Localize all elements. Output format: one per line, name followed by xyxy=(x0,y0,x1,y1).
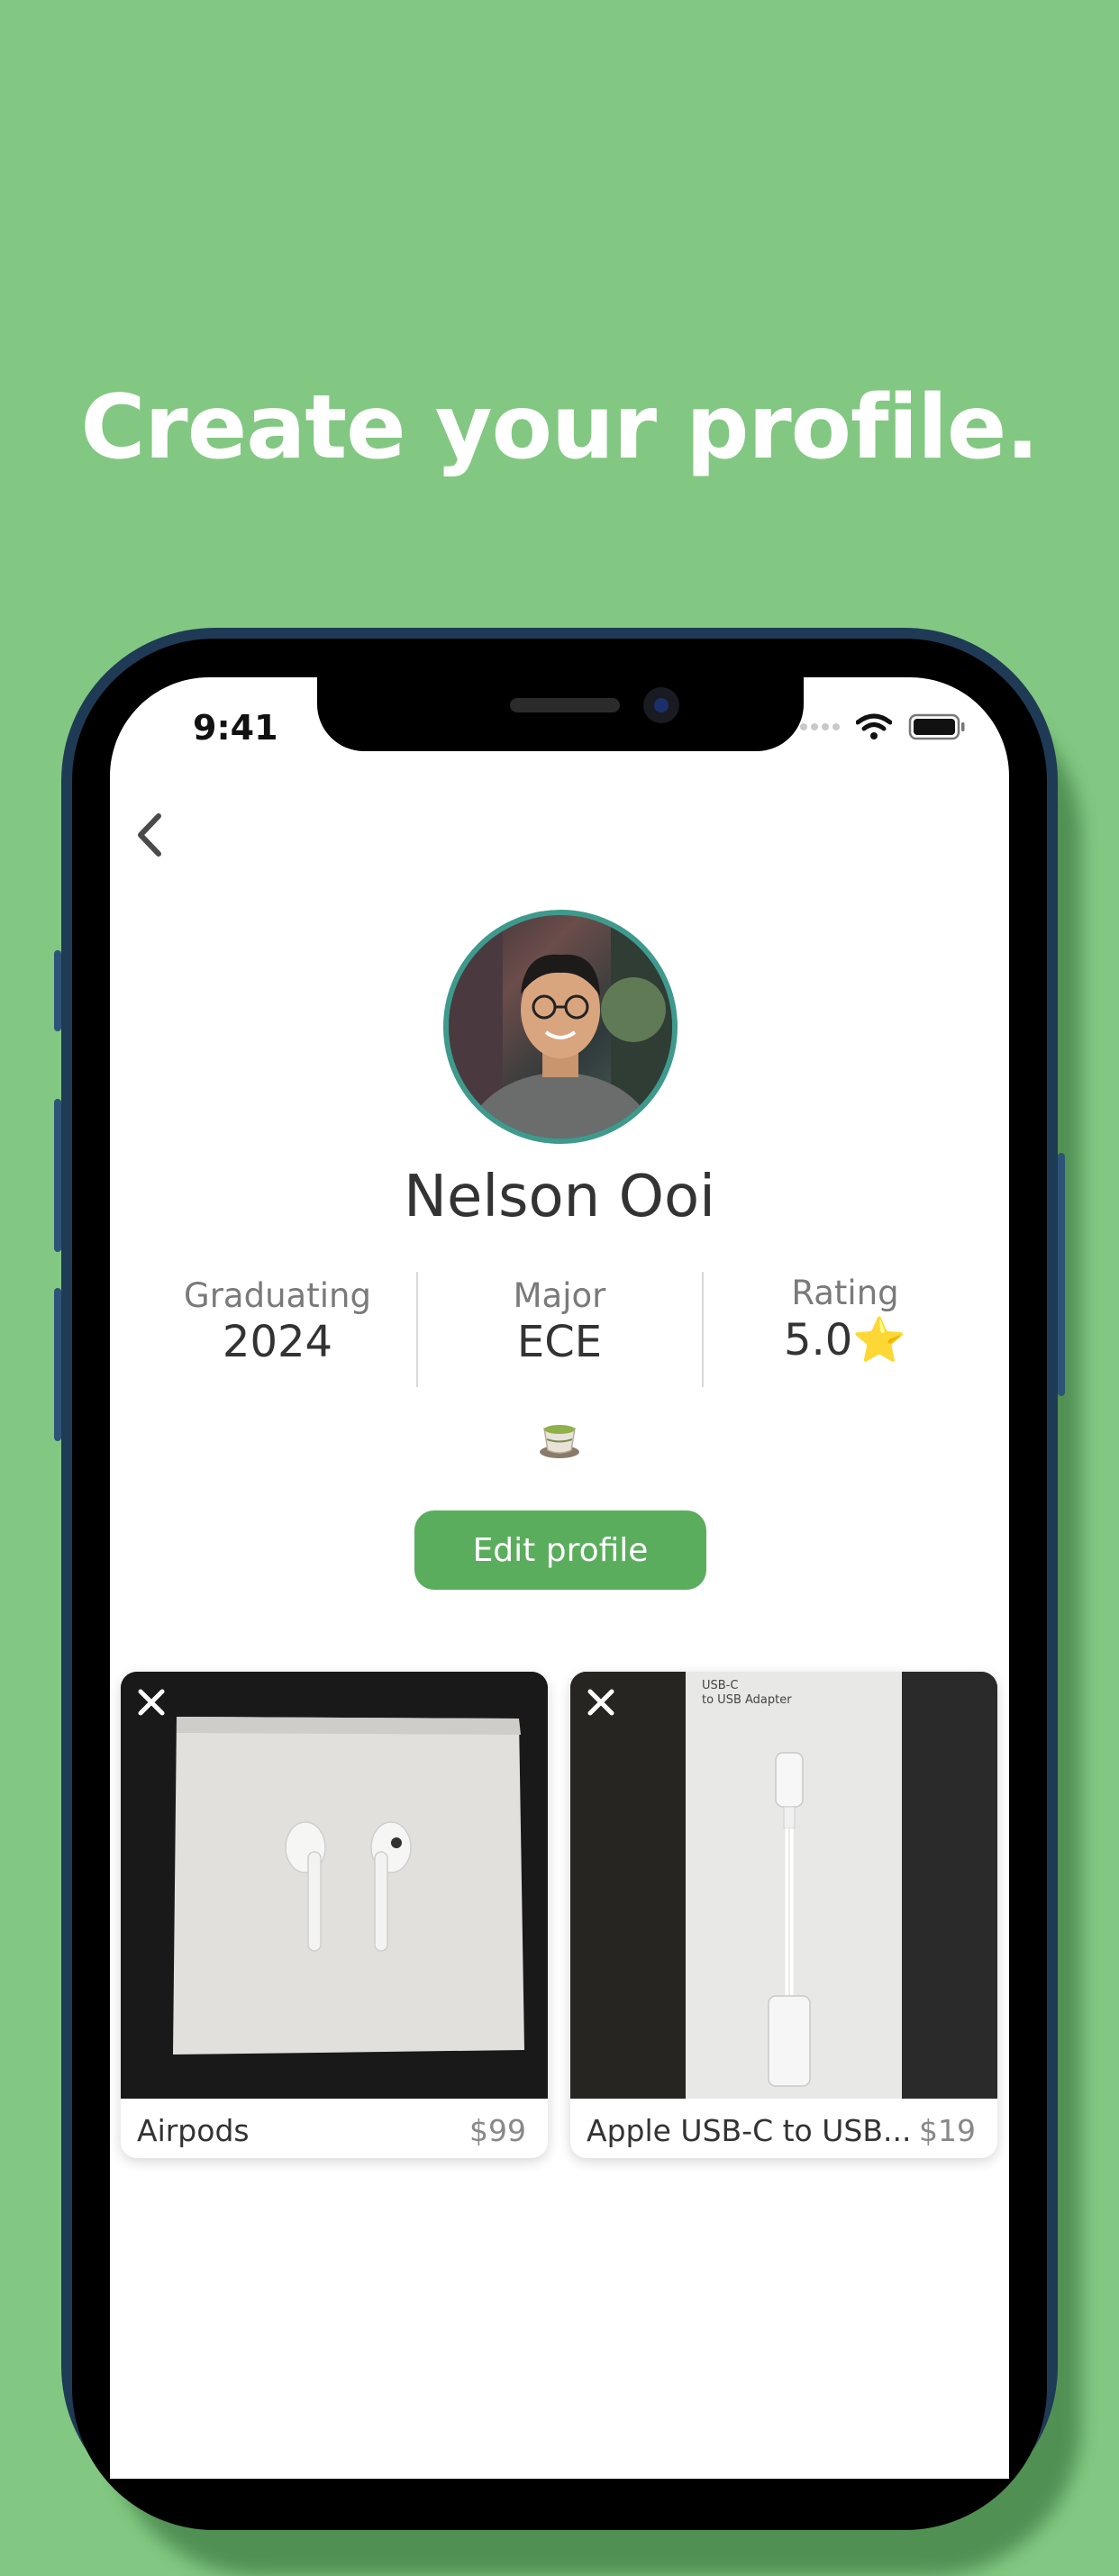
stat-value: 2024 xyxy=(222,1317,333,1367)
status-time: 9:41 xyxy=(193,708,278,748)
stat-divider xyxy=(416,1272,418,1387)
stat-value: 5.0⭐ xyxy=(783,1315,907,1365)
avatar-photo xyxy=(449,915,672,1138)
back-button[interactable] xyxy=(124,803,178,866)
profile-name: Nelson Ooi xyxy=(404,1164,715,1230)
close-icon[interactable] xyxy=(583,1684,619,1720)
wifi-icon xyxy=(856,713,892,739)
tea-cup-icon xyxy=(540,1425,579,1458)
listing-title: Apple USB-C to USB... xyxy=(587,2113,912,2148)
power-button xyxy=(1058,1153,1065,1396)
notch xyxy=(317,677,804,751)
box-label: USB-C to USB Adapter xyxy=(702,1679,792,1707)
listing-image: USB-C to USB Adapter xyxy=(570,1672,997,2099)
stat-label: Graduating xyxy=(184,1276,371,1315)
stat-value: ECE xyxy=(516,1317,603,1367)
airpods-photo xyxy=(121,1672,548,2099)
battery-icon xyxy=(908,713,965,740)
front-camera xyxy=(643,687,679,723)
volume-down-button xyxy=(54,1288,61,1441)
signal-dots-icon xyxy=(800,723,840,730)
stat-rating: Rating 5.0⭐ xyxy=(705,1274,985,1365)
listing-title: Airpods xyxy=(137,2113,250,2148)
back-chevron-icon xyxy=(138,813,161,857)
volume-up-button xyxy=(54,1099,61,1252)
listing-price: $99 xyxy=(469,2113,526,2148)
close-icon[interactable] xyxy=(133,1684,169,1720)
listing-card-usb-adapter[interactable]: USB-C to USB Adapter Apple USB-C to USB.… xyxy=(570,1672,997,2158)
edit-profile-button[interactable]: Edit profile xyxy=(414,1510,706,1590)
stat-divider xyxy=(702,1272,704,1387)
stat-label: Rating xyxy=(791,1274,899,1312)
headline: Create your profile. xyxy=(80,376,1039,479)
stat-major: Major ECE xyxy=(420,1276,699,1367)
mute-switch xyxy=(54,950,61,1031)
listing-price: $19 xyxy=(919,2113,976,2148)
listing-card-airpods[interactable]: Airpods $99 xyxy=(121,1672,548,2158)
stat-graduating: Graduating 2024 xyxy=(138,1276,417,1367)
usb-adapter-photo xyxy=(570,1672,997,2099)
status-icons xyxy=(800,713,966,740)
stat-label: Major xyxy=(513,1276,606,1315)
phone-screen: 9:41 Nelson Ooi Graduating 2024 Major EC… xyxy=(110,677,1009,2479)
avatar[interactable] xyxy=(443,910,678,1144)
listing-image xyxy=(121,1672,548,2099)
speaker xyxy=(510,698,620,712)
